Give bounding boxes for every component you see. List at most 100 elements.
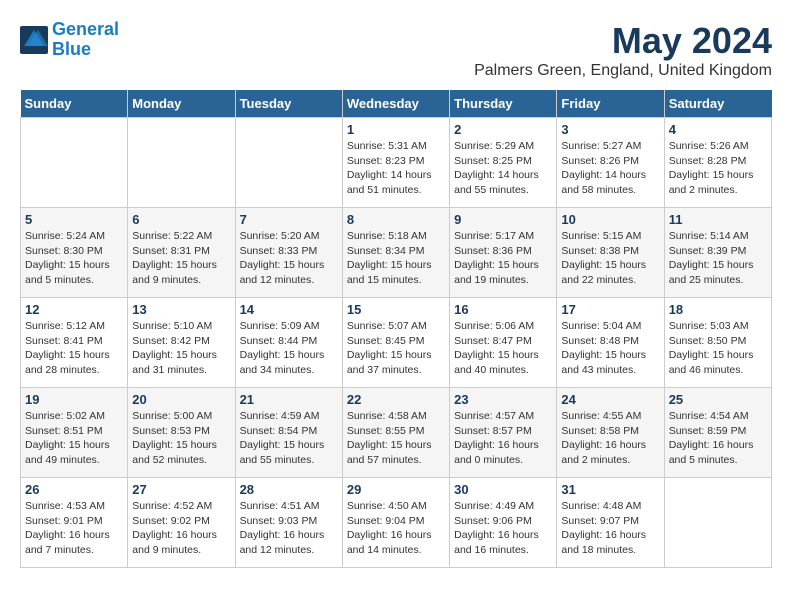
day-info: Sunrise: 5:09 AM Sunset: 8:44 PM Dayligh… [240, 319, 338, 378]
header-row: SundayMondayTuesdayWednesdayThursdayFrid… [21, 90, 772, 118]
calendar-cell: 19Sunrise: 5:02 AM Sunset: 8:51 PM Dayli… [21, 388, 128, 478]
calendar-cell: 27 Sunrise: 4:52 AM Sunset: 9:02 PM Dayli… [128, 478, 235, 568]
day-info: Sunrise: 5:15 AM Sunset: 8:38 PM Dayligh… [561, 229, 659, 288]
day-number: 10 [561, 212, 659, 227]
logo-line2: Blue [52, 39, 91, 59]
calendar-cell: 15 Sunrise: 5:07 AM Sunset: 8:45 PM Dayli… [342, 298, 449, 388]
day-info: Sunrise: 5:00 AM Sunset: 8:53 PM Dayligh… [132, 409, 230, 468]
day-info: Sunrise: 4:51 AM Sunset: 9:03 PM Dayligh… [240, 499, 338, 558]
calendar-cell: 23Sunrise: 4:57 AM Sunset: 8:57 PM Dayli… [450, 388, 557, 478]
calendar-cell: 10 Sunrise: 5:15 AM Sunset: 8:38 PM Dayli… [557, 208, 664, 298]
calendar-cell [664, 478, 771, 568]
day-number: 6 [132, 212, 230, 227]
calendar-cell: 7 Sunrise: 5:20 AM Sunset: 8:33 PM Daylig… [235, 208, 342, 298]
day-number: 27 [132, 482, 230, 497]
day-info: Sunrise: 5:18 AM Sunset: 8:34 PM Dayligh… [347, 229, 445, 288]
calendar-cell [235, 118, 342, 208]
calendar-cell: 18 Sunrise: 5:03 AM Sunset: 8:50 PM Dayli… [664, 298, 771, 388]
day-header-thursday: Thursday [450, 90, 557, 118]
page-header: General Blue May 2024 Palmers Green, Eng… [20, 20, 772, 80]
day-number: 17 [561, 302, 659, 317]
logo-icon [20, 26, 48, 54]
day-number: 30 [454, 482, 552, 497]
day-number: 11 [669, 212, 767, 227]
day-info: Sunrise: 5:17 AM Sunset: 8:36 PM Dayligh… [454, 229, 552, 288]
day-info: Sunrise: 4:49 AM Sunset: 9:06 PM Dayligh… [454, 499, 552, 558]
calendar-cell: 24 Sunrise: 4:55 AM Sunset: 8:58 PM Dayli… [557, 388, 664, 478]
day-info: Sunrise: 4:58 AM Sunset: 8:55 PM Dayligh… [347, 409, 445, 468]
month-title: May 2024 [474, 20, 772, 62]
day-info: Sunrise: 5:06 AM Sunset: 8:47 PM Dayligh… [454, 319, 552, 378]
day-number: 31 [561, 482, 659, 497]
day-info: Sunrise: 5:07 AM Sunset: 8:45 PM Dayligh… [347, 319, 445, 378]
week-row-4: 19Sunrise: 5:02 AM Sunset: 8:51 PM Dayli… [21, 388, 772, 478]
day-number: 21 [240, 392, 338, 407]
calendar-cell: 8 Sunrise: 5:18 AM Sunset: 8:34 PM Daylig… [342, 208, 449, 298]
week-row-5: 26 Sunrise: 4:53 AM Sunset: 9:01 PM Dayli… [21, 478, 772, 568]
day-number: 14 [240, 302, 338, 317]
calendar-cell: 2Sunrise: 5:29 AM Sunset: 8:25 PM Daylig… [450, 118, 557, 208]
day-header-tuesday: Tuesday [235, 90, 342, 118]
day-header-sunday: Sunday [21, 90, 128, 118]
day-info: Sunrise: 4:52 AM Sunset: 9:02 PM Dayligh… [132, 499, 230, 558]
day-number: 20 [132, 392, 230, 407]
calendar-cell: 21 Sunrise: 4:59 AM Sunset: 8:54 PM Dayli… [235, 388, 342, 478]
day-info: Sunrise: 5:20 AM Sunset: 8:33 PM Dayligh… [240, 229, 338, 288]
day-number: 8 [347, 212, 445, 227]
day-info: Sunrise: 5:26 AM Sunset: 8:28 PM Dayligh… [669, 139, 767, 198]
day-number: 24 [561, 392, 659, 407]
calendar-cell: 20 Sunrise: 5:00 AM Sunset: 8:53 PM Dayli… [128, 388, 235, 478]
day-info: Sunrise: 4:59 AM Sunset: 8:54 PM Dayligh… [240, 409, 338, 468]
day-number: 22 [347, 392, 445, 407]
day-info: Sunrise: 4:53 AM Sunset: 9:01 PM Dayligh… [25, 499, 123, 558]
day-number: 18 [669, 302, 767, 317]
calendar-cell: 11 Sunrise: 5:14 AM Sunset: 8:39 PM Dayli… [664, 208, 771, 298]
day-number: 4 [669, 122, 767, 137]
calendar-cell [128, 118, 235, 208]
calendar-cell: 13 Sunrise: 5:10 AM Sunset: 8:42 PM Dayli… [128, 298, 235, 388]
calendar-cell [21, 118, 128, 208]
day-number: 25 [669, 392, 767, 407]
week-row-1: 1 Sunrise: 5:31 AM Sunset: 8:23 PM Daylig… [21, 118, 772, 208]
day-number: 9 [454, 212, 552, 227]
logo: General Blue [20, 20, 119, 60]
calendar-cell: 12Sunrise: 5:12 AM Sunset: 8:41 PM Dayli… [21, 298, 128, 388]
calendar-table: SundayMondayTuesdayWednesdayThursdayFrid… [20, 90, 772, 568]
day-info: Sunrise: 5:03 AM Sunset: 8:50 PM Dayligh… [669, 319, 767, 378]
day-number: 23 [454, 392, 552, 407]
day-info: Sunrise: 5:04 AM Sunset: 8:48 PM Dayligh… [561, 319, 659, 378]
day-number: 5 [25, 212, 123, 227]
calendar-cell: 6 Sunrise: 5:22 AM Sunset: 8:31 PM Daylig… [128, 208, 235, 298]
calendar-cell: 30 Sunrise: 4:49 AM Sunset: 9:06 PM Dayli… [450, 478, 557, 568]
calendar-cell: 31Sunrise: 4:48 AM Sunset: 9:07 PM Dayli… [557, 478, 664, 568]
day-info: Sunrise: 5:10 AM Sunset: 8:42 PM Dayligh… [132, 319, 230, 378]
calendar-cell: 29Sunrise: 4:50 AM Sunset: 9:04 PM Dayli… [342, 478, 449, 568]
logo-text: General Blue [52, 20, 119, 60]
day-info: Sunrise: 4:55 AM Sunset: 8:58 PM Dayligh… [561, 409, 659, 468]
calendar-cell: 26 Sunrise: 4:53 AM Sunset: 9:01 PM Dayli… [21, 478, 128, 568]
day-number: 28 [240, 482, 338, 497]
day-header-wednesday: Wednesday [342, 90, 449, 118]
day-header-monday: Monday [128, 90, 235, 118]
day-info: Sunrise: 5:22 AM Sunset: 8:31 PM Dayligh… [132, 229, 230, 288]
day-header-saturday: Saturday [664, 90, 771, 118]
day-info: Sunrise: 5:27 AM Sunset: 8:26 PM Dayligh… [561, 139, 659, 198]
day-number: 15 [347, 302, 445, 317]
day-number: 16 [454, 302, 552, 317]
calendar-cell: 1 Sunrise: 5:31 AM Sunset: 8:23 PM Daylig… [342, 118, 449, 208]
day-info: Sunrise: 5:02 AM Sunset: 8:51 PM Dayligh… [25, 409, 123, 468]
day-number: 13 [132, 302, 230, 317]
calendar-cell: 16 Sunrise: 5:06 AM Sunset: 8:47 PM Dayli… [450, 298, 557, 388]
day-info: Sunrise: 4:50 AM Sunset: 9:04 PM Dayligh… [347, 499, 445, 558]
day-number: 1 [347, 122, 445, 137]
day-info: Sunrise: 5:14 AM Sunset: 8:39 PM Dayligh… [669, 229, 767, 288]
day-number: 7 [240, 212, 338, 227]
week-row-2: 5Sunrise: 5:24 AM Sunset: 8:30 PM Daylig… [21, 208, 772, 298]
day-info: Sunrise: 5:31 AM Sunset: 8:23 PM Dayligh… [347, 139, 445, 198]
day-info: Sunrise: 5:12 AM Sunset: 8:41 PM Dayligh… [25, 319, 123, 378]
calendar-cell: 22 Sunrise: 4:58 AM Sunset: 8:55 PM Dayli… [342, 388, 449, 478]
day-number: 26 [25, 482, 123, 497]
day-info: Sunrise: 5:29 AM Sunset: 8:25 PM Dayligh… [454, 139, 552, 198]
day-info: Sunrise: 4:54 AM Sunset: 8:59 PM Dayligh… [669, 409, 767, 468]
calendar-cell: 3Sunrise: 5:27 AM Sunset: 8:26 PM Daylig… [557, 118, 664, 208]
